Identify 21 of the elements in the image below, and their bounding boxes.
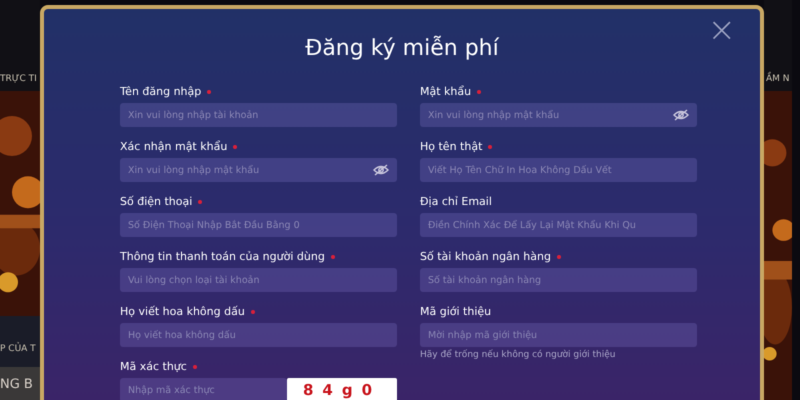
nav-label[interactable]: ẦM N — [766, 74, 790, 84]
field-label: Mật khẩu — [420, 85, 472, 98]
eye-slash-icon[interactable] — [673, 109, 689, 121]
field-label: Họ tên thật — [420, 140, 482, 153]
field-hint: Hãy để trống nếu không có người giới thiệu — [420, 350, 616, 360]
eye-slash-icon[interactable] — [373, 164, 389, 176]
field-label: Địa chỉ Email — [420, 195, 492, 208]
banner-text: NG B — [0, 377, 33, 392]
field-label: Số tài khoản ngân hàng — [420, 250, 551, 263]
dialog-title: Đăng ký miễn phí — [304, 35, 500, 63]
field-label: Số điện thoại — [120, 195, 192, 208]
field-label: Họ viết hoa không dấu — [120, 305, 245, 318]
nav-label[interactable]: TRỰC TI — [0, 74, 37, 84]
close-icon[interactable]: × — [708, 13, 736, 47]
field-label: Xác nhận mật khẩu — [120, 140, 228, 153]
captcha-image[interactable]: 84g0 — [287, 378, 397, 400]
field-label: Mã xác thực — [120, 360, 187, 373]
field-label: Tên đăng nhập — [120, 85, 202, 98]
section-label: P CỦA T — [0, 344, 36, 354]
field-label: Thông tin thanh toán của người dùng — [120, 250, 325, 263]
field-label: Mã giới thiệu — [420, 305, 492, 318]
